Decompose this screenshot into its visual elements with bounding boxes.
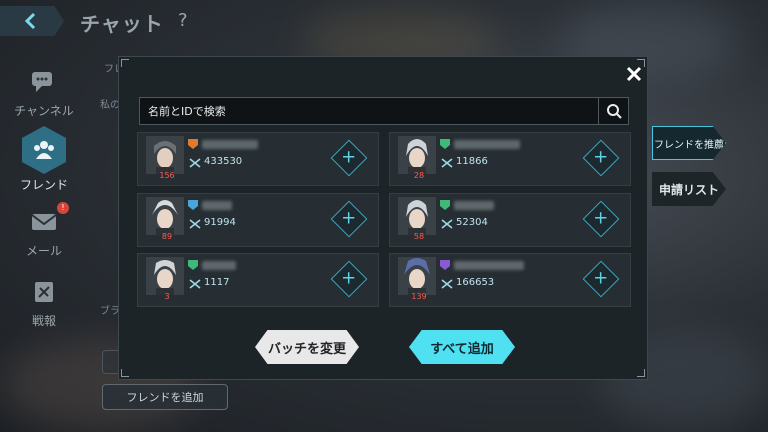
chat-bubble-icon [28, 66, 60, 98]
nav-friends[interactable]: フレンド [10, 126, 78, 193]
nav-label: チャンネル [14, 104, 74, 118]
avatar [398, 257, 436, 295]
rank-badge-icon [440, 260, 450, 270]
plus-icon: + [341, 208, 357, 229]
tab-recommend[interactable]: フレンドを推薦 [652, 126, 726, 160]
nav-label: メール [25, 244, 62, 258]
plus-icon: + [341, 147, 357, 168]
blurred-name [202, 201, 232, 210]
player-level: 3 [164, 292, 170, 301]
plus-icon: + [593, 147, 609, 168]
add-friend-plus-button[interactable]: + [582, 139, 620, 177]
power-value: 433530 [204, 156, 243, 167]
search-box [139, 97, 629, 125]
power-value: 52304 [456, 217, 488, 228]
back-button[interactable] [0, 6, 64, 36]
change-batch-button[interactable]: バッチを変更 [255, 330, 359, 364]
blurred-name [202, 261, 236, 270]
friend-card: 139 166653 + [389, 253, 631, 307]
plus-icon: + [341, 268, 357, 289]
rank-badge-icon [440, 139, 450, 149]
friend-card: 28 11866 + [389, 132, 631, 186]
power-value: 1117 [204, 277, 230, 288]
blurred-name [454, 140, 520, 149]
search-input[interactable] [140, 98, 596, 124]
add-all-button[interactable]: すべて追加 [409, 330, 515, 364]
avatar [146, 257, 184, 295]
nav-label: 戦報 [31, 314, 56, 328]
battle-report-icon [28, 276, 60, 308]
top-bar: チャット ? [0, 0, 768, 44]
power-value: 166653 [456, 277, 495, 288]
notification-badge: ! [57, 202, 69, 214]
add-friend-plus-button[interactable]: + [330, 200, 368, 238]
friend-card: 58 52304 + [389, 193, 631, 247]
rank-badge-icon [188, 260, 198, 270]
crossed-swords-icon [441, 158, 453, 168]
blurred-name [454, 201, 494, 210]
bg-my-label: 私の [100, 100, 120, 111]
close-button[interactable] [621, 61, 647, 87]
nav-channel[interactable]: チャンネル [10, 66, 78, 119]
friend-card: 89 91994 + [137, 193, 379, 247]
crossed-swords-icon [189, 279, 201, 289]
help-icon[interactable]: ? [178, 10, 188, 31]
avatar [398, 197, 436, 235]
friend-card: 3 1117 + [137, 253, 379, 307]
player-level: 28 [413, 171, 425, 180]
power-value: 11866 [456, 156, 488, 167]
page-title: チャット [80, 12, 164, 36]
nav-battle-report[interactable]: 戦報 [10, 276, 78, 329]
player-level: 139 [411, 292, 427, 301]
add-friend-button[interactable]: フレンドを追加 [102, 384, 228, 410]
plus-icon: + [593, 268, 609, 289]
crossed-swords-icon [189, 158, 201, 168]
avatar [398, 136, 436, 174]
close-icon [626, 66, 642, 82]
avatar [146, 136, 184, 174]
blurred-name [454, 261, 524, 270]
crossed-swords-icon [189, 219, 201, 229]
rank-badge-icon [188, 200, 198, 210]
blurred-name [202, 140, 258, 149]
tab-requests[interactable]: 申請リスト [652, 172, 726, 206]
nav-mail[interactable]: ! メール [10, 202, 78, 259]
rank-badge-icon [440, 200, 450, 210]
mail-icon [28, 206, 60, 238]
recommend-friends-modal: 156 433530 + 28 11866 + 89 91994 + 58 52… [118, 56, 648, 380]
add-friend-plus-button[interactable]: + [330, 139, 368, 177]
rank-badge-icon [188, 139, 198, 149]
plus-icon: + [593, 208, 609, 229]
power-value: 91994 [204, 217, 236, 228]
player-level: 89 [161, 232, 173, 241]
search-icon [606, 104, 622, 119]
search-button[interactable] [598, 98, 628, 124]
avatar [146, 197, 184, 235]
add-friend-plus-button[interactable]: + [582, 260, 620, 298]
friends-icon [22, 126, 66, 174]
friend-card: 156 433530 + [137, 132, 379, 186]
crossed-swords-icon [441, 279, 453, 289]
bg-blacklist-label: ブラ [100, 306, 120, 317]
back-arrow-icon [24, 12, 36, 30]
crossed-swords-icon [441, 219, 453, 229]
add-friend-plus-button[interactable]: + [582, 200, 620, 238]
player-level: 156 [159, 171, 175, 180]
nav-label: フレンド [19, 178, 68, 192]
add-friend-plus-button[interactable]: + [330, 260, 368, 298]
player-level: 58 [413, 232, 425, 241]
